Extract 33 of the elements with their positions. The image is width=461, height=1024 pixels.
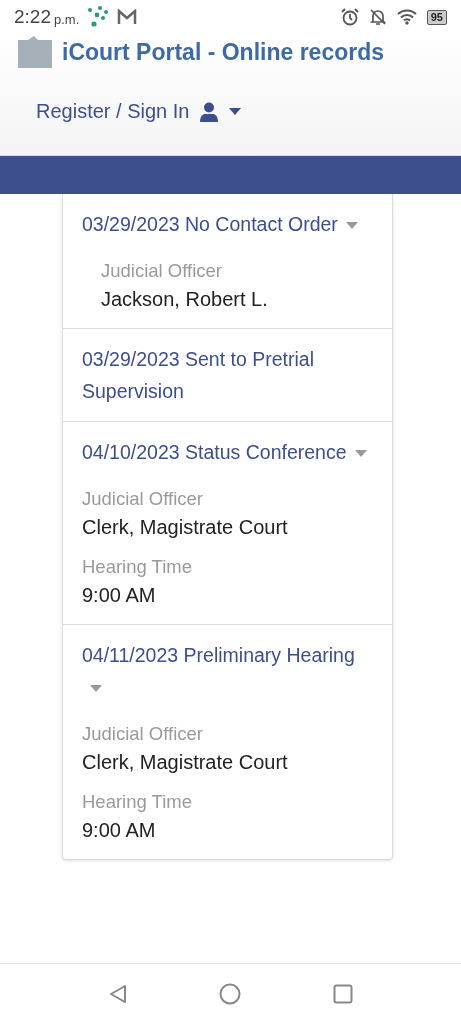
caret-icon — [354, 450, 367, 458]
app-dots-icon — [87, 6, 110, 28]
field-label: Judicial Officer — [101, 259, 223, 283]
user-icon — [199, 101, 220, 122]
field-label: Judicial Officer — [82, 487, 204, 511]
portal-title: iCourt Portal - Online records — [62, 38, 385, 66]
status-period: p.m. — [54, 11, 80, 27]
field-value: 9:00 AM — [82, 818, 157, 843]
back-icon[interactable] — [108, 984, 127, 1004]
recents-icon[interactable] — [332, 984, 353, 1004]
field-value: Clerk, Magistrate Court — [82, 750, 289, 775]
caret-icon — [345, 222, 358, 230]
field-value: Clerk, Magistrate Court — [82, 515, 289, 540]
logo-icon — [18, 36, 52, 68]
battery-level: 95 — [426, 9, 447, 25]
event-link[interactable]: 03/29/2023 Sent to Pretrial Supervision — [82, 343, 372, 407]
home-icon[interactable] — [218, 983, 241, 1005]
event-link[interactable]: 03/29/2023 No Contact Order — [82, 208, 358, 240]
alarm-icon — [340, 8, 359, 26]
event-link[interactable]: 04/11/2023 Preliminary Hearing — [82, 639, 372, 703]
wifi-icon — [396, 9, 417, 25]
sign-in-menu[interactable]: Register / Sign In — [36, 100, 242, 123]
field-value: 9:00 AM — [82, 583, 157, 608]
field-label: Hearing Time — [82, 790, 193, 814]
field-value: Jackson, Robert L. — [101, 287, 269, 312]
mail-icon — [117, 9, 138, 25]
muted-bell-icon — [368, 8, 387, 26]
field-label: Judicial Officer — [82, 722, 204, 746]
caret-icon — [229, 108, 242, 115]
caret-icon — [90, 685, 102, 693]
status-time: 2:22 — [14, 6, 51, 28]
field-label: Hearing Time — [82, 555, 193, 579]
event-link[interactable]: 04/10/2023 Status Conference — [82, 436, 367, 468]
